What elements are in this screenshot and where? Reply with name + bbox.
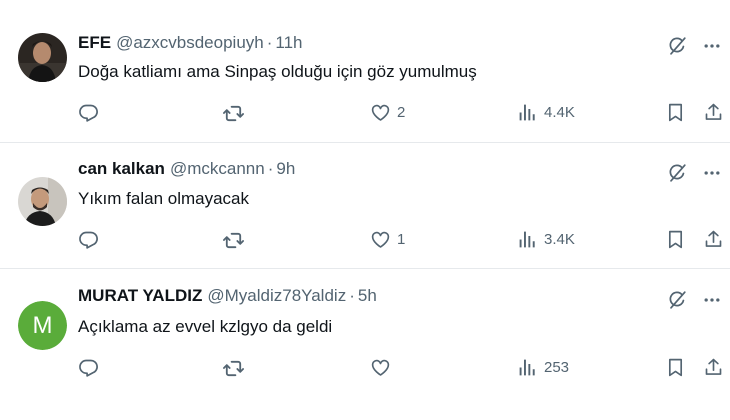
like-icon [370, 102, 391, 123]
tweet-actions: 1 3.4K [0, 226, 730, 256]
more-icon[interactable] [702, 290, 722, 310]
timestamp[interactable]: 9h [276, 159, 295, 178]
share-icon [703, 102, 724, 123]
retweet-button[interactable] [222, 102, 251, 125]
avatar[interactable] [18, 177, 67, 226]
retweet-icon [222, 357, 245, 380]
avatar[interactable] [18, 33, 67, 82]
retweet-button[interactable] [222, 357, 251, 380]
like-count: 2 [397, 104, 406, 121]
reply-icon [78, 229, 99, 250]
user-handle[interactable]: @azxcvbsdeopiuyh [116, 33, 264, 52]
views-icon [517, 102, 538, 123]
avatar[interactable]: M [18, 301, 67, 350]
share-button[interactable] [703, 229, 724, 250]
separator-dot: · [266, 33, 273, 52]
reply-icon [78, 102, 99, 123]
more-icon[interactable] [702, 36, 722, 56]
tweet-actions: 253 [0, 354, 730, 384]
retweet-icon [222, 229, 245, 252]
reply-feed: EFE @azxcvbsdeopiuyh · 11h Doğa katliamı am… [0, 0, 730, 420]
more-icon[interactable] [702, 163, 722, 183]
reply-button[interactable] [78, 357, 105, 378]
user-handle[interactable]: @mckcannn [170, 159, 265, 178]
bookmark-button[interactable] [665, 357, 686, 378]
view-count: 4.4K [544, 104, 575, 121]
share-button[interactable] [703, 357, 724, 378]
tweet[interactable]: can kalkan @mckcannn · 9h Yıkım falan olmay… [0, 143, 730, 269]
tweet-header: can kalkan @mckcannn · 9h [78, 159, 295, 181]
timestamp[interactable]: 5h [358, 286, 377, 305]
tweet-text: Doğa katliamı ama Sinpaş olduğu için göz… [78, 62, 477, 81]
display-name[interactable]: MURAT YALDIZ [78, 286, 202, 305]
grok-icon[interactable] [666, 35, 688, 57]
share-icon [703, 357, 724, 378]
views-icon [517, 229, 538, 250]
bookmark-button[interactable] [665, 102, 686, 123]
retweet-icon [222, 102, 245, 125]
share-icon [703, 229, 724, 250]
view-count: 3.4K [544, 231, 575, 248]
reply-button[interactable] [78, 229, 105, 250]
bookmark-icon [665, 102, 686, 123]
grok-icon[interactable] [666, 289, 688, 311]
tweet-actions: 2 4.4K [0, 99, 730, 129]
tweet-text: Yıkım falan olmayacak [78, 189, 250, 208]
like-button[interactable]: 1 [370, 229, 405, 250]
bookmark-icon [665, 357, 686, 378]
tweet-header: MURAT YALDIZ @Myaldiz78Yaldiz · 5h [78, 286, 377, 308]
tweet-header: EFE @azxcvbsdeopiuyh · 11h [78, 33, 303, 55]
user-handle[interactable]: @Myaldiz78Yaldiz [207, 286, 346, 305]
like-icon [370, 357, 391, 378]
tweet-text: Açıklama az evvel kzlgyo da geldi [78, 317, 333, 336]
avatar-letter: M [18, 301, 67, 350]
display-name[interactable]: can kalkan [78, 159, 165, 178]
reply-button[interactable] [78, 102, 105, 123]
grok-icon[interactable] [666, 162, 688, 184]
retweet-button[interactable] [222, 229, 251, 252]
view-count: 253 [544, 359, 570, 376]
views-button[interactable]: 253 [517, 357, 569, 378]
display-name[interactable]: EFE [78, 33, 111, 52]
like-button[interactable]: 2 [370, 102, 405, 123]
separator-dot: · [267, 159, 274, 178]
tweet[interactable]: M MURAT YALDIZ @Myaldiz78Yaldiz · 5h Açıkla… [0, 269, 730, 420]
like-button[interactable] [370, 357, 397, 378]
bookmark-icon [665, 229, 686, 250]
views-button[interactable]: 3.4K [517, 229, 575, 250]
tweet[interactable]: EFE @azxcvbsdeopiuyh · 11h Doğa katliamı am… [0, 0, 730, 143]
views-icon [517, 357, 538, 378]
reply-icon [78, 357, 99, 378]
timestamp[interactable]: 11h [275, 33, 302, 52]
share-button[interactable] [703, 102, 724, 123]
like-count: 1 [397, 231, 406, 248]
like-icon [370, 229, 391, 250]
bookmark-button[interactable] [665, 229, 686, 250]
separator-dot: · [349, 286, 355, 305]
views-button[interactable]: 4.4K [517, 102, 575, 123]
